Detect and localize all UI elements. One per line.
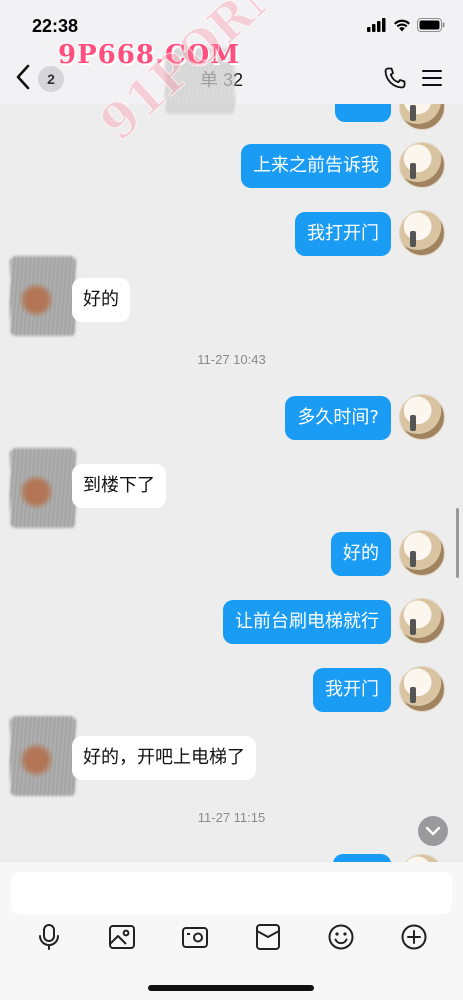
contact-avatar[interactable] xyxy=(10,256,76,336)
my-avatar[interactable] xyxy=(399,210,445,256)
my-avatar[interactable] xyxy=(399,854,445,862)
my-avatar[interactable] xyxy=(399,598,445,644)
message-timestamp: 11-27 10:43 xyxy=(197,352,266,367)
status-time: 22:38 xyxy=(32,16,79,36)
message-bubble-partial[interactable] xyxy=(335,104,391,122)
message-bubble-out[interactable]: 我开门 xyxy=(313,668,391,712)
scroll-to-bottom-button[interactable] xyxy=(418,816,448,846)
menu-icon[interactable] xyxy=(421,68,443,92)
message-bubble-out[interactable]: 多久时间? xyxy=(285,396,391,440)
contact-avatar[interactable] xyxy=(10,716,76,796)
message-timestamp: 11-27 11:15 xyxy=(197,810,266,825)
composer-toolbar xyxy=(0,922,463,962)
chevron-down-icon xyxy=(425,826,441,836)
emoji-icon[interactable] xyxy=(326,922,356,952)
chat-messages[interactable]: 上来之前告诉我 我打开门 好的 11-27 10:43 多久时间? 到楼下了 好… xyxy=(0,104,463,862)
my-avatar[interactable] xyxy=(399,530,445,576)
message-bubble-in[interactable]: 好的 xyxy=(72,278,130,322)
watermark-top: 9P668.COM xyxy=(58,40,241,70)
plus-icon[interactable] xyxy=(399,922,429,952)
phone-icon[interactable] xyxy=(383,66,407,94)
my-avatar[interactable] xyxy=(399,142,445,188)
home-indicator xyxy=(148,985,314,991)
my-avatar[interactable] xyxy=(399,666,445,712)
camera-icon[interactable] xyxy=(180,922,210,952)
contact-avatar[interactable] xyxy=(10,448,76,528)
chevron-left-icon xyxy=(16,64,30,90)
message-bubble-partial[interactable] xyxy=(333,854,391,862)
my-avatar[interactable] xyxy=(399,394,445,440)
signal-icon xyxy=(367,17,387,36)
message-bubble-out[interactable]: 好的 xyxy=(331,532,391,576)
back-button[interactable] xyxy=(14,64,32,90)
composer xyxy=(0,862,463,1000)
image-icon[interactable] xyxy=(107,922,137,952)
message-bubble-out[interactable]: 让前台刷电梯就行 xyxy=(223,600,391,644)
message-bubble-in[interactable]: 到楼下了 xyxy=(72,464,166,508)
message-input[interactable] xyxy=(11,872,452,914)
message-bubble-in[interactable]: 好的，开吧上电梯了 xyxy=(72,736,256,780)
message-bubble-out[interactable]: 我打开门 xyxy=(295,212,391,256)
mic-icon[interactable] xyxy=(34,922,64,952)
battery-icon xyxy=(417,17,445,36)
my-avatar[interactable] xyxy=(399,104,445,130)
message-bubble-out[interactable]: 上来之前告诉我 xyxy=(241,144,391,188)
wifi-icon xyxy=(393,17,411,36)
scrollbar[interactable] xyxy=(456,508,459,578)
status-icons xyxy=(367,17,445,36)
red-packet-icon[interactable] xyxy=(253,922,283,952)
